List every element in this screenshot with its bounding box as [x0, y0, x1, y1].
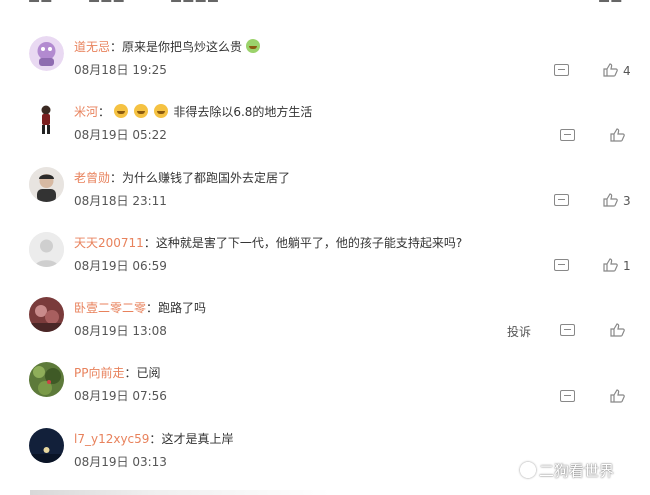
thumbs-up-icon[interactable] — [603, 258, 618, 272]
watermark-logo-icon — [520, 462, 536, 478]
thumbs-up-icon[interactable] — [603, 193, 618, 207]
reply-comment-icon[interactable] — [554, 64, 569, 76]
avatar[interactable] — [29, 362, 64, 397]
like-count: 4 — [623, 64, 631, 78]
comment-text: 非得去除以6.8的地方生活 — [173, 105, 313, 119]
username[interactable]: 卧壹二零二零 — [74, 301, 146, 315]
thumbs-up-icon[interactable] — [603, 63, 618, 77]
thumbs-up-icon[interactable] — [610, 128, 625, 142]
avatar[interactable] — [29, 297, 64, 332]
comment-text: 为什么赚钱了都跑国外去定居了 — [122, 171, 291, 185]
comment-item: 卧壹二零二零：跑路了吗 08月19日 13:08 投诉 — [0, 297, 650, 363]
avatar[interactable] — [29, 232, 64, 267]
comment-time: 08月19日 03:13 — [74, 455, 167, 469]
like-count: 3 — [623, 194, 631, 208]
watermark: 二狗看世界 — [520, 460, 614, 481]
reply-comment-icon[interactable] — [560, 390, 575, 402]
username[interactable]: PP向前走 — [74, 366, 124, 380]
comment-text: 跑路了吗 — [158, 301, 207, 315]
like-count: 1 — [623, 259, 631, 273]
cropped-text-fragment: ▬▬ — [598, 0, 623, 7]
cropped-text-fragment: ▬▬▬▬ — [170, 0, 219, 7]
username[interactable]: 米河 — [74, 105, 98, 119]
thumbs-up-icon[interactable] — [610, 323, 625, 337]
colon: ： — [110, 40, 123, 54]
comment-item: 天天200711：这种就是害了下一代，他躺平了，他的孩子能支持起来吗? 08月1… — [0, 232, 650, 298]
thumbs-up-icon[interactable] — [610, 389, 625, 403]
comment-item: PP向前走：已阅 08月19日 07:56 — [0, 362, 650, 428]
colon: ： — [110, 171, 123, 185]
colon: ： — [98, 105, 111, 119]
comment-time: 08月18日 19:25 — [74, 63, 167, 77]
username[interactable]: l7_y12xyc59 — [74, 432, 149, 446]
comment-time: 08月19日 06:59 — [74, 259, 167, 273]
watermark-text: 二狗看世界 — [539, 462, 615, 480]
colon: ： — [143, 236, 156, 250]
comment-time: 08月18日 23:11 — [74, 194, 167, 208]
comment-item: 米河： 非得去除以6.8的地方生活 08月19日 05:22 — [0, 101, 650, 167]
comment-time: 08月19日 05:22 — [74, 128, 167, 142]
reply-comment-icon[interactable] — [560, 324, 575, 336]
reply-comment-icon[interactable] — [554, 194, 569, 206]
avatar[interactable] — [29, 428, 64, 463]
username[interactable]: 老曾勋 — [74, 171, 110, 185]
comment-text: 这种就是害了下一代，他躺平了，他的孩子能支持起来吗? — [155, 236, 463, 250]
cropped-text-fragment: ▬▬▬ — [88, 0, 125, 7]
cropped-top-bar: ▬▬ ▬▬▬ ▬▬▬▬ ▬▬ — [0, 0, 650, 14]
comment-item: 老曾勋：为什么赚钱了都跑国外去定居了 08月18日 23:11 3 — [0, 167, 650, 233]
laughing-emoji-icon — [153, 104, 168, 118]
comment-text: 已阅 — [136, 366, 161, 380]
cropped-text-fragment: ▬▬ — [28, 0, 53, 7]
username[interactable]: 天天200711 — [74, 236, 144, 250]
report-button[interactable]: 投诉 — [507, 323, 531, 340]
avatar[interactable] — [29, 101, 64, 136]
laughing-emoji-icon — [113, 104, 128, 118]
avatar[interactable] — [29, 36, 64, 71]
colon: ： — [149, 432, 162, 446]
avatar[interactable] — [29, 167, 64, 202]
comment-time: 08月19日 07:56 — [74, 389, 167, 403]
comment-item: 道无忌：原来是你把鸟炒这么贵 08月18日 19:25 4 — [0, 36, 650, 102]
colon: ： — [124, 366, 137, 380]
comment-text: 原来是你把鸟炒这么贵 — [122, 40, 243, 54]
comment-text: 这才是真上岸 — [161, 432, 234, 446]
laughing-emoji-icon — [133, 104, 148, 118]
crying-emoji-icon — [245, 39, 260, 53]
colon: ： — [146, 301, 159, 315]
reply-comment-icon[interactable] — [560, 129, 575, 141]
reply-comment-icon[interactable] — [554, 259, 569, 271]
cropped-next-comment — [30, 490, 330, 495]
username[interactable]: 道无忌 — [74, 40, 110, 54]
comment-time: 08月19日 13:08 — [74, 324, 167, 338]
